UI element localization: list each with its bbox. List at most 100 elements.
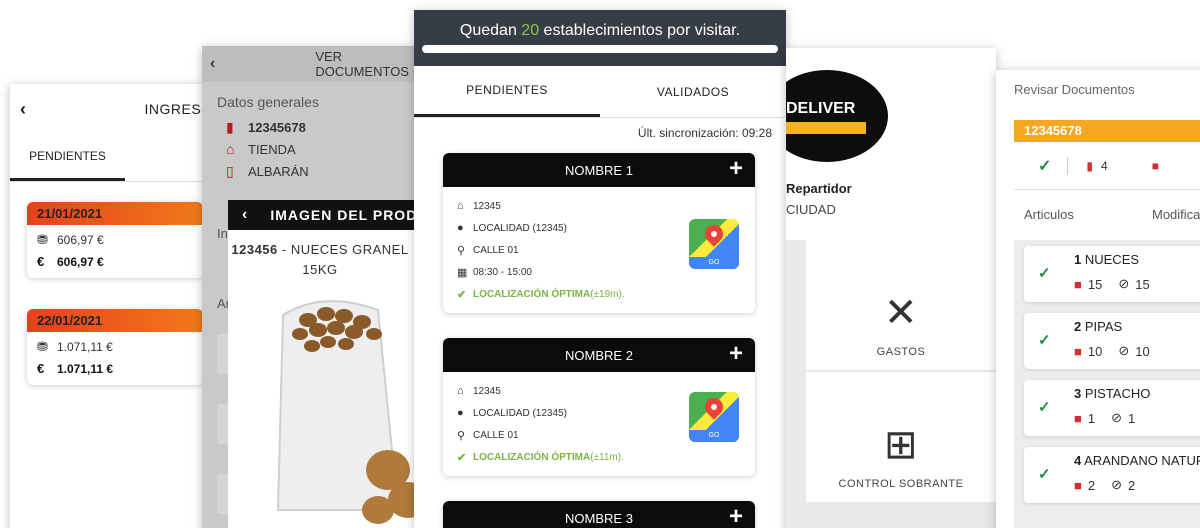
article-row[interactable]: ✓ 2 PIPAS ■ 10 ⊘ 10 [1024, 313, 1200, 369]
article-label: ARANDANO NATURAL [1084, 453, 1200, 468]
ingreso-card[interactable]: 22/01/2021 ⛃ 1.071,11 € € 1.071,11 € [27, 309, 203, 385]
article-row[interactable]: ✓ 3 PISTACHO ■ 1 ⊘ 1 [1024, 380, 1200, 436]
box-icon: ■ [1074, 343, 1082, 359]
establecimiento-name: NOMBRE 2 [565, 347, 633, 363]
doc-kind-row: ▯ ALBARÁN [202, 160, 418, 182]
article-num: 3 [1074, 386, 1082, 401]
article-qty: 2 [1087, 477, 1096, 493]
establecimiento-card[interactable]: NOMBRE 1 + ⌂ 12345 ● LOCALIDAD (12345) ⚲ CA… [443, 153, 755, 313]
article-qty: 1 [1087, 410, 1096, 426]
tile-label: GASTOS [876, 346, 926, 358]
globe-icon: ● [457, 222, 464, 234]
screens-collage: ‹ INGRESOS PENDIENTES 21/01/2021 ⛃ 606,9… [0, 0, 1200, 528]
remaining-count: 20 [521, 22, 540, 39]
establecimiento-street: CALLE 01 [473, 244, 519, 256]
location-status: LOCALIZACIÓN ÓPTIMA [473, 451, 591, 463]
article-quantities: ■ 1 ⊘ 1 [1074, 410, 1135, 426]
article-name: 4 ARANDANO NATURAL [1074, 453, 1200, 468]
ingreso-card[interactable]: 21/01/2021 ⛃ 606,97 € € 606,97 € [27, 202, 203, 278]
article-row[interactable]: ✓ 1 NUECES ■ 15 ⊘ 15 [1024, 246, 1200, 302]
location-accuracy: (±11m). [590, 451, 624, 463]
add-icon[interactable]: + [729, 503, 743, 528]
check-icon: ✓ [1038, 332, 1051, 349]
logo-text: DELIVER [786, 100, 856, 117]
article-quantities: ■ 15 ⊘ 15 [1074, 276, 1150, 292]
revisar-documentos-screen: Revisar Documentos 12345678 ✓ ▮ 4 ■ Arti… [996, 70, 1200, 528]
menu-grid: ✕ GASTOS ⊞ CONTROL SOBRANTE [786, 240, 996, 528]
receipt-icon: ▯ [226, 162, 234, 179]
ingreso-total-row: € 606,97 € [27, 251, 203, 272]
datos-generales-heading: Datos generales [217, 94, 319, 110]
map-pin-icon [701, 394, 727, 420]
back-arrow-icon[interactable]: ‹ [210, 55, 215, 73]
article-name: 2 PIPAS [1074, 319, 1122, 334]
maps-go-label: GO [689, 257, 739, 269]
article-row[interactable]: ✓ 4 ARANDANO NATURAL ■ 2 ⊘ 2 [1024, 447, 1200, 503]
check-icon: ✓ [1038, 399, 1051, 416]
menu-tile-control-sobrante[interactable]: ⊞ CONTROL SOBRANTE [806, 372, 996, 502]
user-city: CIUDAD [786, 202, 836, 217]
store-icon: ⌂ [457, 200, 464, 212]
tile-label: CONTROL SOBRANTE [838, 478, 964, 490]
establecimiento-name: NOMBRE 1 [565, 162, 633, 178]
doc-summary: ✓ ▮ 4 ■ [1014, 142, 1200, 190]
add-icon[interactable]: + [729, 155, 743, 183]
documentos-title: VER DOCUMENTOS [315, 49, 409, 79]
tab-pendientes[interactable]: PENDIENTES [10, 134, 125, 181]
back-arrow-icon[interactable]: ‹ [20, 99, 27, 120]
establecimiento-locality: LOCALIDAD (12345) [473, 222, 567, 234]
euro-icon: € [37, 254, 45, 269]
tab-validados[interactable]: VALIDADOS [600, 66, 786, 117]
ingreso-amount-row: ⛃ 1.071,11 € [27, 336, 203, 358]
col-modified: Modificado [1152, 207, 1200, 222]
establecimiento-card[interactable]: NOMBRE 3 + [443, 501, 755, 528]
doc-type-row: ⌂ TIENDA [202, 138, 418, 160]
add-icon[interactable]: + [729, 340, 743, 368]
article-qty: 10 [1087, 343, 1103, 359]
menu-screen: DELIVER Repartidor CIUDAD ✕ GASTOS ⊞ CON… [786, 48, 996, 528]
doc-number: 12345678 [248, 119, 306, 135]
article-checked: 1 [1128, 410, 1136, 426]
sync-status: Últ. sincronización: 09:28 [637, 126, 772, 140]
establecimiento-name: NOMBRE 3 [565, 510, 633, 526]
tab-pendientes[interactable]: PENDIENTES [414, 66, 600, 117]
establecimiento-code: 12345 [473, 200, 501, 212]
article-num: 2 [1074, 319, 1082, 334]
partial-label: In [217, 226, 228, 241]
article-checked: 15 [1135, 276, 1150, 292]
article-label: NUECES [1084, 252, 1140, 267]
establecimiento-street: CALLE 01 [473, 429, 519, 441]
tag-icon: ⊘ [1118, 276, 1130, 291]
doc-number-row: ▮ 12345678 [202, 116, 418, 138]
back-arrow-icon[interactable]: ‹ [242, 206, 248, 224]
establecimiento-code: 12345 [473, 385, 501, 397]
google-maps-icon[interactable]: GO [689, 392, 739, 442]
doc-type: TIENDA [248, 141, 296, 157]
establecimiento-card[interactable]: NOMBRE 2 + ⌂ 12345 ● LOCALIDAD (12345) ⚲ CA… [443, 338, 755, 476]
check-circle-icon: ✔ [457, 451, 467, 464]
ingreso-amount: 606,97 € [57, 233, 104, 247]
establecimientos-screen: Quedan 20 establecimientos por visitar. … [414, 10, 786, 528]
card-body: ⌂ 12345 ● LOCALIDAD (12345) ⚲ CALLE 01 ✔ LOC… [443, 372, 755, 476]
article-quantities: ■ 2 ⊘ 2 [1074, 477, 1135, 493]
globe-icon: ● [457, 407, 464, 419]
ingreso-date: 21/01/2021 [27, 202, 203, 225]
google-maps-icon[interactable]: GO [689, 219, 739, 269]
document-icon: ▮ [1086, 158, 1094, 173]
menu-tile-gastos[interactable]: ✕ GASTOS [806, 240, 996, 370]
article-name: 3 PISTACHO [1074, 386, 1150, 401]
product-name: - NUECES GRANEL [277, 242, 409, 257]
money-icon: ⛃ [37, 339, 48, 354]
ingreso-total-row: € 1.071,11 € [27, 358, 203, 379]
product-code: 123456 [231, 242, 278, 257]
logo-band [786, 122, 866, 134]
documentos-header: ‹ VER DOCUMENTOS [202, 46, 418, 82]
check-icon: ✓ [1038, 265, 1051, 282]
box-icon: ■ [1074, 276, 1082, 292]
boxes-add-icon: ⊞ [883, 423, 918, 467]
box-icon: ■ [1151, 158, 1159, 173]
doc-kind: ALBARÁN [248, 163, 309, 179]
ingreso-amount-row: ⛃ 606,97 € [27, 229, 203, 251]
col-articles: Articulos [1024, 207, 1074, 222]
location-status: LOCALIZACIÓN ÓPTIMA [473, 288, 591, 300]
